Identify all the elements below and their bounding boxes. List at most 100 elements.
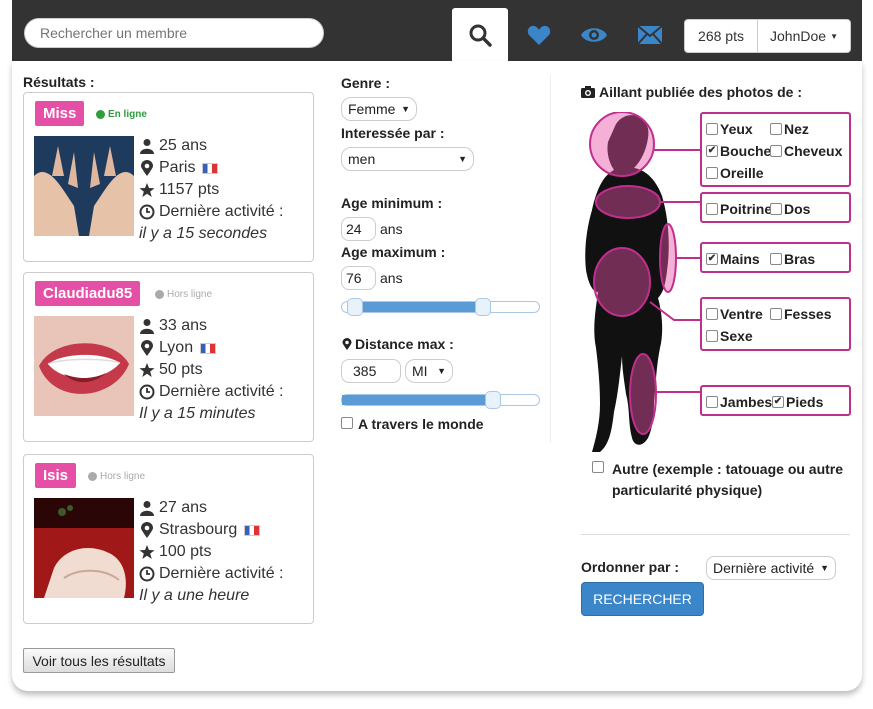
other-label: Autre (exemple : tatouage ou autre parti… — [612, 461, 844, 498]
bouche-checkbox[interactable]: ✔ — [706, 145, 718, 157]
pieds-checkbox[interactable]: ✔ — [772, 396, 784, 408]
user-icon — [140, 319, 154, 334]
caret-down-icon: ▼ — [458, 154, 467, 164]
sexe-checkbox[interactable] — [706, 330, 718, 342]
view-all-results-button[interactable]: Voir tous les résultats — [23, 648, 175, 673]
age-max-handle[interactable] — [475, 298, 491, 316]
option-dos[interactable]: Dos — [770, 201, 810, 217]
order-label: Ordonner par : — [581, 559, 680, 575]
member-search-input[interactable] — [24, 18, 324, 48]
camera-icon — [581, 86, 595, 98]
eye-icon — [581, 27, 607, 42]
option-cheveux[interactable]: Cheveux — [770, 143, 842, 159]
option-fesses[interactable]: Fesses — [770, 306, 831, 322]
bras-checkbox[interactable] — [770, 253, 782, 265]
mains-checkbox[interactable]: ✔ — [706, 253, 718, 265]
column-divider — [550, 75, 551, 443]
result-card-claudiadu85[interactable]: Claudiadu85 Hors ligne 33 ans Lyon 50 pt… — [23, 272, 314, 442]
clock-icon — [139, 204, 155, 220]
tab-favorites[interactable] — [511, 8, 567, 61]
photos-label: Aillant publiée des photos de : — [599, 84, 803, 100]
fesses-checkbox[interactable] — [770, 308, 782, 320]
cheveux-checkbox[interactable] — [770, 145, 782, 157]
distance-input[interactable]: 385 — [341, 359, 401, 383]
member-photo[interactable] — [34, 316, 134, 416]
online-dot-icon — [96, 110, 105, 119]
user-menu-dropdown[interactable]: JohnDoe ▼ — [757, 19, 851, 53]
caret-down-icon: ▼ — [820, 563, 829, 573]
heart-icon — [527, 25, 551, 45]
tab-visits[interactable] — [566, 8, 622, 61]
age-min-unit: ans — [380, 221, 403, 237]
jambes-checkbox[interactable] — [706, 396, 718, 408]
member-info: 27 ans Strasbourg 100 pts Dernière activ… — [139, 497, 284, 607]
age-max-label: Age maximum : — [341, 244, 446, 260]
ventre-checkbox[interactable] — [706, 308, 718, 320]
distance-handle[interactable] — [485, 391, 501, 409]
points-display[interactable]: 268 pts — [684, 19, 758, 53]
oreille-checkbox[interactable] — [706, 167, 718, 179]
age-min-input[interactable]: 24 — [341, 217, 376, 241]
member-photo[interactable] — [34, 498, 134, 598]
status-badge: En ligne — [96, 109, 147, 120]
map-marker-icon — [141, 340, 153, 356]
search-button[interactable]: RECHERCHER — [581, 582, 704, 616]
zone-legs: Jambes ✔ Pieds — [700, 385, 851, 416]
last-activity-value: il y a 15 secondes — [139, 225, 268, 242]
france-flag-icon — [202, 162, 219, 174]
envelope-icon — [638, 25, 662, 44]
map-marker-icon — [141, 522, 153, 538]
tab-messages[interactable] — [622, 8, 678, 61]
distance-label: Distance max : — [355, 336, 454, 352]
user-icon — [140, 501, 154, 516]
option-mains[interactable]: ✔ Mains — [706, 251, 760, 267]
distance-label-row: Distance max : — [341, 336, 454, 352]
age-range-slider[interactable] — [341, 298, 540, 316]
interest-select[interactable]: men ▼ — [341, 147, 474, 171]
map-marker-icon — [342, 338, 352, 350]
genre-select[interactable]: Femme ▼ — [341, 97, 417, 121]
clock-icon — [139, 566, 155, 582]
results-label: Résultats : — [23, 74, 95, 90]
age-min-handle[interactable] — [347, 298, 363, 316]
user-icon — [140, 139, 154, 154]
option-jambes[interactable]: Jambes — [706, 394, 772, 410]
worldwide-checkbox[interactable] — [341, 417, 353, 429]
member-info: 33 ans Lyon 50 pts Dernière activité : I… — [139, 315, 284, 425]
option-poitrine[interactable]: Poitrine — [706, 201, 772, 217]
option-bras[interactable]: Bras — [770, 251, 815, 267]
interest-label: Interessée par : — [341, 125, 445, 141]
result-card-miss[interactable]: Miss En ligne 25 ans Paris 1157 pts Dern… — [23, 92, 314, 262]
result-card-isis[interactable]: Isis Hors ligne 27 ans Strasbourg 100 pt… — [23, 454, 314, 624]
status-badge: Hors ligne — [88, 471, 145, 482]
last-activity-value: Il y a 15 minutes — [139, 405, 256, 422]
nez-checkbox[interactable] — [770, 123, 782, 135]
body-silhouette — [585, 112, 702, 453]
option-oreille[interactable]: Oreille — [706, 165, 764, 181]
member-name[interactable]: Claudiadu85 — [35, 281, 141, 306]
order-select[interactable]: Dernière activité ▼ — [706, 556, 836, 580]
tab-search[interactable] — [452, 8, 508, 61]
age-max-input[interactable]: 76 — [341, 266, 376, 290]
option-nez[interactable]: Nez — [770, 121, 809, 137]
zone-head: Yeux Nez ✔ Bouche Cheveux Oreille — [700, 112, 851, 187]
option-bouche[interactable]: ✔ Bouche — [706, 143, 771, 159]
france-flag-icon — [200, 342, 217, 354]
search-icon — [469, 24, 492, 47]
member-photo[interactable] — [34, 136, 134, 236]
member-name[interactable]: Isis — [35, 463, 77, 488]
dos-checkbox[interactable] — [770, 203, 782, 215]
distance-slider[interactable] — [341, 391, 540, 409]
age-min-label: Age minimum : — [341, 195, 443, 211]
other-checkbox[interactable] — [592, 461, 604, 473]
option-ventre[interactable]: Ventre — [706, 306, 763, 322]
option-pieds[interactable]: ✔ Pieds — [772, 394, 823, 410]
option-yeux[interactable]: Yeux — [706, 121, 753, 137]
zone-torso: Poitrine Dos — [700, 192, 851, 223]
yeux-checkbox[interactable] — [706, 123, 718, 135]
poitrine-checkbox[interactable] — [706, 203, 718, 215]
option-sexe[interactable]: Sexe — [706, 328, 753, 344]
star-icon — [139, 363, 155, 377]
distance-unit-select[interactable]: MI ▼ — [405, 359, 453, 383]
member-name[interactable]: Miss — [35, 101, 85, 126]
